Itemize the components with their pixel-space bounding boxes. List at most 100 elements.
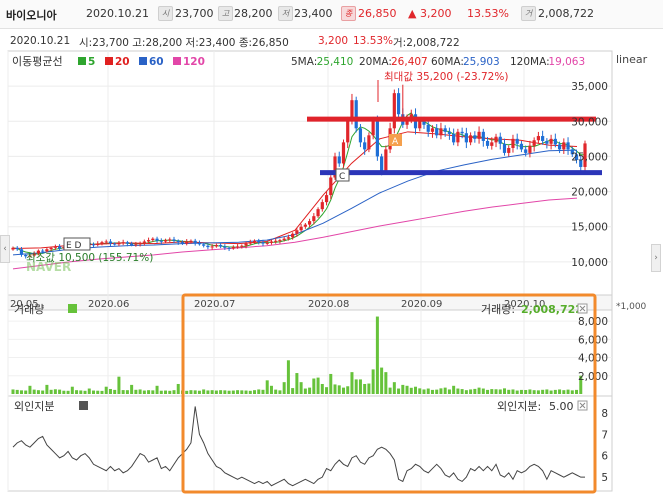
volume-bar <box>108 388 112 394</box>
volume-bar <box>519 389 523 394</box>
candle-body <box>252 240 257 243</box>
candle-body <box>519 143 524 150</box>
volume-tick-label: 2,000 <box>578 371 608 383</box>
foreign-value-label: 외인지분: <box>497 400 541 413</box>
volume-bar <box>121 390 125 394</box>
marker-a-label: A <box>392 137 399 147</box>
volume-bar <box>384 372 388 394</box>
candle-body <box>168 239 172 241</box>
candle-body <box>282 238 286 241</box>
volume-bar <box>388 387 392 394</box>
volume-bar <box>223 390 227 394</box>
candle-body <box>439 128 443 136</box>
volume-bar <box>32 389 36 394</box>
candle-body <box>418 121 422 129</box>
candle-body <box>426 124 430 132</box>
volume-bar <box>481 388 485 394</box>
candle-body <box>121 242 125 244</box>
volume-value: 2,008,722 <box>521 303 583 316</box>
candle-body <box>346 121 350 143</box>
volume-bar <box>117 376 121 394</box>
x-tick-label: 2020.08 <box>308 299 349 310</box>
candle-body <box>180 242 185 244</box>
candle-body <box>367 135 371 150</box>
candle-body <box>91 244 96 246</box>
ma-legend-label: 60 <box>149 56 164 68</box>
volume-bar <box>96 390 100 394</box>
volume-bar <box>320 383 324 394</box>
volume-bar <box>409 387 413 394</box>
candle-body <box>146 240 151 242</box>
candle-body <box>515 138 519 144</box>
candle-body <box>299 226 303 231</box>
volume-bar <box>164 390 168 394</box>
candle-body <box>223 246 227 248</box>
volume-tick-label: 4,000 <box>578 353 608 365</box>
candle-body <box>104 241 108 243</box>
volume-bar <box>337 385 341 394</box>
volume-bar <box>312 378 316 394</box>
candle-body <box>117 242 121 245</box>
volume-bar <box>541 389 545 394</box>
candle-body <box>316 209 320 217</box>
volume-bar <box>15 389 19 394</box>
candle-body <box>53 246 57 248</box>
candle-body <box>545 140 549 144</box>
volume-bar <box>53 389 57 394</box>
volume-bar <box>261 389 265 394</box>
candle-body <box>214 245 218 247</box>
volume-bar <box>430 389 434 394</box>
candle-body <box>261 242 265 244</box>
volume-bar <box>566 389 570 394</box>
volume-bar <box>70 386 74 394</box>
candle-body <box>553 138 557 145</box>
candle-body <box>384 149 388 171</box>
volume-bar <box>498 389 502 394</box>
scroll-left-button[interactable]: ‹ <box>0 235 10 263</box>
candle-body <box>274 240 278 242</box>
marker-c-label: C <box>339 172 345 182</box>
volume-bar <box>176 383 180 394</box>
x-tick-label: 2020.07 <box>194 299 235 310</box>
candle-body <box>235 246 240 248</box>
candle-body <box>502 143 507 153</box>
scroll-right-button[interactable]: › <box>651 244 661 272</box>
candle-body <box>329 177 333 196</box>
ma-legend-swatch <box>173 57 181 65</box>
volume-bar <box>443 387 447 394</box>
volume-bar <box>253 390 257 394</box>
ma-legend-title: 이동평균선 <box>12 55 63 68</box>
candle-body <box>244 243 248 246</box>
volume-bar <box>83 390 87 394</box>
candle-body <box>219 245 223 247</box>
volume-bar <box>528 389 532 394</box>
ma-values: 5MA: 25,410 20MA: 26,407 60MA: 25,903 120MA:19… <box>291 56 585 68</box>
volume-bar <box>401 384 405 394</box>
candle-body <box>430 128 435 132</box>
candle-body <box>202 244 206 246</box>
candle-body <box>240 245 244 247</box>
ma-value: 25,903 <box>463 56 500 68</box>
volume-bar <box>75 390 79 394</box>
volume-bar <box>269 385 273 394</box>
volume-tick-label: 6,000 <box>578 334 608 346</box>
scale-label[interactable]: linear <box>616 53 648 66</box>
candle-body <box>396 93 401 115</box>
candle-body <box>210 246 214 248</box>
volume-bar <box>193 390 197 394</box>
candle-body <box>337 156 341 164</box>
volume-bar <box>125 390 129 394</box>
ma-legend-swatch <box>139 57 147 65</box>
volume-bar <box>460 389 464 394</box>
volume-bar <box>231 390 235 394</box>
candle-body <box>422 121 426 125</box>
ma-value-label: 120MA: <box>510 56 550 68</box>
volume-bar <box>58 389 62 394</box>
candle-body <box>138 242 142 245</box>
price-tick-label: 25,000 <box>571 151 608 163</box>
volume-bar <box>562 390 566 394</box>
candle-body <box>193 240 197 243</box>
candle-body <box>130 243 134 246</box>
volume-bar <box>303 388 307 394</box>
foreign-tick-label: 8 <box>601 408 608 420</box>
